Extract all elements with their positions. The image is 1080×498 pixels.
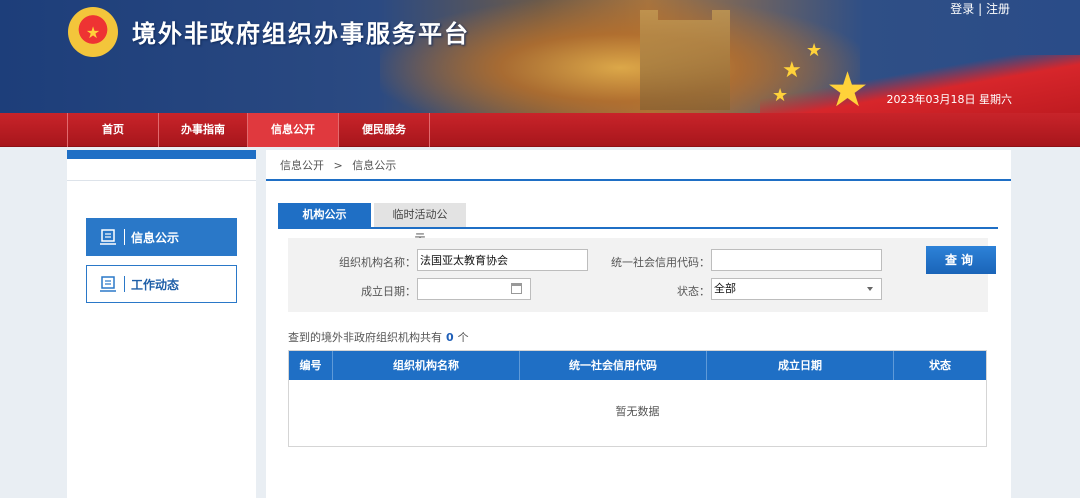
breadcrumb-separator: > [333,159,343,172]
breadcrumb-root[interactable]: 信息公开 [280,159,324,172]
register-link[interactable]: 注册 [986,2,1010,16]
column-header-credit-code: 统一社会信用代码 [520,351,707,380]
column-header-org-name: 组织机构名称 [333,351,520,380]
divider [278,227,998,229]
date-label: 成立日期： [361,285,416,298]
tab-org-notice[interactable]: 机构公示 [278,203,371,227]
empty-message: 暂无数据 [615,405,660,418]
main-nav: 首页 办事指南 信息公开 便民服务 [0,113,1080,147]
top-links: 登录 | 注册 [950,0,1010,17]
nav-item-info-public[interactable]: 信息公开 [247,113,338,147]
result-count: 0 [446,331,454,344]
star-icon: ★ [782,58,802,83]
sidebar-item-info-notice[interactable]: 信息公示 [86,218,237,256]
credit-code-label: 统一社会信用代码： [611,256,710,269]
date-input[interactable] [417,278,531,300]
current-date: 2023年03月18日 星期六 [886,93,1013,106]
sidebar-top-bar [67,150,256,159]
great-wall-image [640,10,730,110]
nav-item-guide[interactable]: 办事指南 [158,113,247,147]
document-icon [97,226,119,248]
divider [266,179,1011,181]
star-icon: ★ [806,40,823,61]
table-header: 编号 组织机构名称 统一社会信用代码 成立日期 状态 [289,351,986,380]
column-header-status: 状态 [929,359,951,372]
status-select[interactable]: 全部 [711,278,882,300]
chevron-down-icon [867,287,873,291]
divider [67,180,256,181]
breadcrumb-current: 信息公示 [352,159,397,172]
divider: | [978,2,983,16]
credit-code-input[interactable] [711,249,882,271]
org-name-label: 组织机构名称： [339,256,416,269]
sidebar-item-label: 工作动态 [131,277,180,292]
results-table: 编号 组织机构名称 统一社会信用代码 成立日期 状态 暂无数据 [288,350,987,447]
result-summary: 查到的境外非政府组织机构共有 0 个 [288,329,469,345]
sidebar-item-label: 信息公示 [131,230,180,245]
breadcrumb: 信息公开 > 信息公示 [280,157,396,173]
sidebar-item-work-news[interactable]: 工作动态 [86,265,237,303]
column-header-founded-date: 成立日期 [707,351,894,380]
status-label: 状态： [677,285,710,298]
tab-temp-activity-notice[interactable]: 临时活动公示 [374,203,466,245]
tab-bar: 机构公示 临时活动公示 [278,203,466,245]
result-prefix: 查到的境外非政府组织机构共有 [288,331,442,344]
org-name-input[interactable] [417,249,588,271]
login-link[interactable]: 登录 [950,2,974,16]
star-icon: ★ [772,85,789,106]
main-content: 信息公开 > 信息公示 机构公示 临时活动公示 组织机构名称： 统一社会信用代码… [266,150,1011,498]
search-form: 组织机构名称： 统一社会信用代码： 查询 成立日期： 状态： 全部 [288,238,996,312]
column-header-number: 编号 [289,351,333,380]
calendar-icon[interactable] [511,283,522,294]
status-selected-value: 全部 [714,282,736,295]
star-icon: ★ [826,62,870,113]
document-icon [97,273,119,295]
query-button[interactable]: 查询 [926,246,996,274]
police-emblem-icon: ★ [68,7,118,57]
nav-item-home[interactable]: 首页 [67,113,158,147]
sidebar: 信息公示 工作动态 [67,150,256,498]
site-title: 境外非政府组织办事服务平台 [132,19,470,48]
site-header: ★ ★ ★ ★ ★ 境外非政府组织办事服务平台 登录 | 注册 2023年03月… [0,0,1080,113]
nav-item-convenience[interactable]: 便民服务 [338,113,429,147]
result-suffix: 个 [457,331,469,344]
